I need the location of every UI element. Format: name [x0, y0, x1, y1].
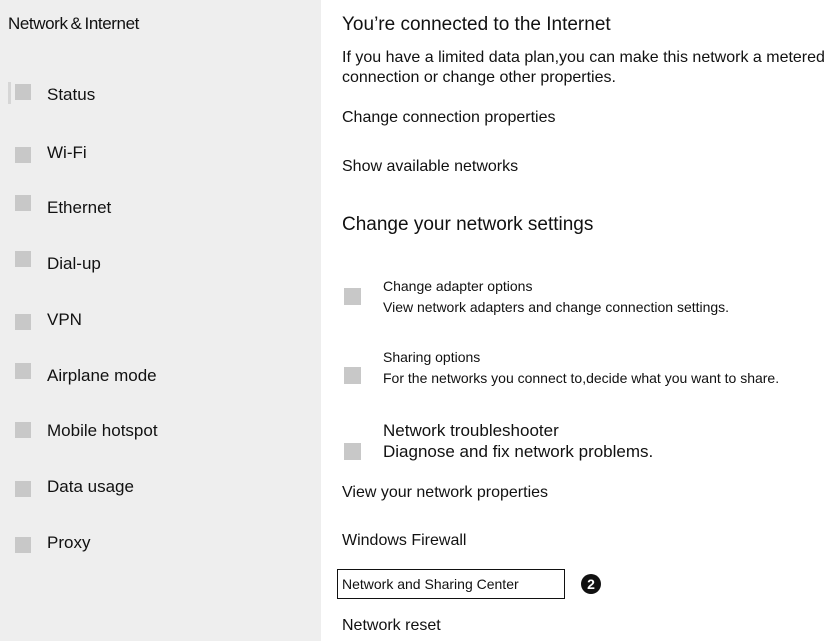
windows-firewall-link[interactable]: Windows Firewall	[342, 532, 466, 550]
setting-description: For the networks you connect to,decide w…	[383, 370, 780, 386]
proxy-icon	[15, 537, 31, 553]
sidebar: Network & Internet Status Wi-Fi Ethernet…	[0, 0, 321, 641]
adapter-icon	[344, 288, 361, 305]
ethernet-icon	[15, 195, 31, 211]
callout-badge: 2	[581, 574, 601, 594]
dialup-icon	[15, 251, 31, 267]
sidebar-item-label: Wi-Fi	[47, 143, 87, 162]
sidebar-item-label: Status	[47, 85, 96, 104]
network-reset-link[interactable]: Network reset	[342, 617, 441, 635]
status-text: If you have a limited data plan,you can …	[342, 49, 825, 86]
status-icon	[15, 84, 31, 100]
hotspot-icon	[15, 422, 31, 438]
airplane-icon	[15, 363, 31, 379]
setting-description: View network adapters and change connect…	[383, 299, 730, 315]
status-heading: You’re connected to the Internet	[342, 14, 611, 35]
data-usage-icon	[15, 481, 31, 497]
sidebar-item-label: Ethernet	[47, 198, 112, 217]
sidebar-item-label: Mobile hotspot	[47, 421, 158, 440]
view-network-properties-link[interactable]: View your network properties	[342, 484, 548, 502]
setting-description: Diagnose and fix network problems.	[383, 442, 654, 461]
sharing-icon	[344, 367, 361, 384]
change-connection-properties-link[interactable]: Change connection properties	[342, 109, 555, 127]
setting-title: Change adapter options	[383, 278, 533, 294]
sidebar-item-label: VPN	[47, 310, 82, 329]
selected-indicator	[8, 82, 11, 104]
wifi-icon	[15, 147, 31, 163]
network-sharing-center-link[interactable]: Network and Sharing Center	[342, 576, 519, 592]
setting-title: Network troubleshooter	[383, 421, 559, 440]
vpn-icon	[15, 314, 31, 330]
show-available-networks-link[interactable]: Show available networks	[342, 158, 518, 176]
sidebar-item-label: Airplane mode	[47, 366, 157, 385]
troubleshooter-icon	[344, 443, 361, 460]
sidebar-item-label: Data usage	[47, 477, 134, 496]
highlight-box: Network and Sharing Center	[337, 569, 565, 599]
sidebar-item-label: Proxy	[47, 533, 91, 552]
sidebar-title: Network & Internet	[8, 14, 139, 33]
setting-title: Sharing options	[383, 349, 481, 365]
main-content: You’re connected to the Internet If you …	[337, 0, 840, 641]
sidebar-item-label: Dial-up	[47, 254, 101, 273]
settings-heading: Change your network settings	[342, 214, 594, 235]
